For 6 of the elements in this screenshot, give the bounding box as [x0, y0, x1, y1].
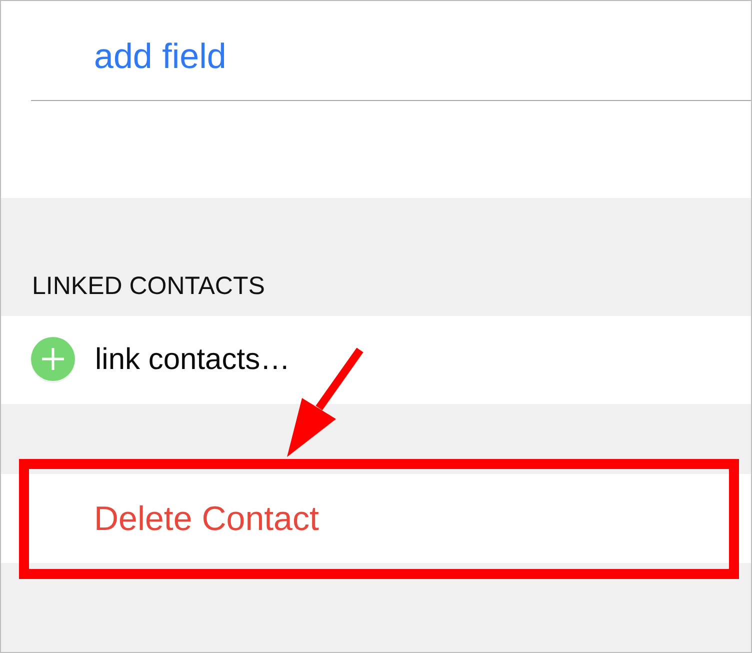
section-header: LINKED CONTACTS — [32, 274, 265, 299]
link-contacts-row[interactable]: link contacts… — [1, 316, 751, 404]
delete-contact-button[interactable]: Delete Contact — [94, 502, 319, 536]
link-contacts-label: link contacts… — [95, 345, 290, 375]
add-icon — [31, 337, 76, 383]
add-field-button[interactable]: add field — [94, 39, 226, 74]
